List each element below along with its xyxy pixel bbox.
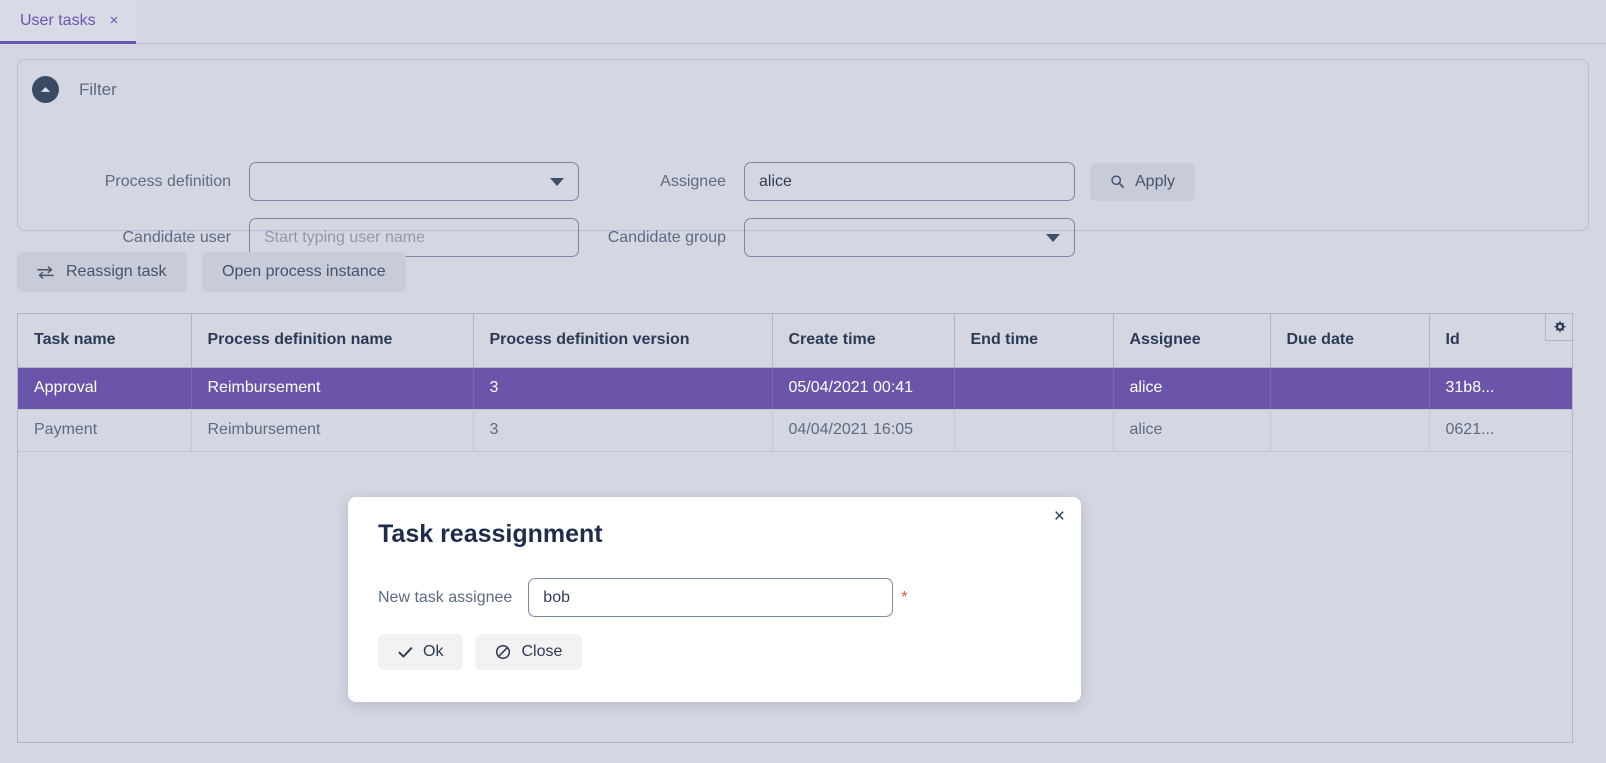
chevron-up-circle-icon[interactable] bbox=[32, 76, 59, 103]
table-cell: Reimbursement bbox=[191, 367, 474, 410]
check-icon bbox=[398, 646, 413, 657]
table-cell bbox=[1270, 409, 1430, 452]
tab-label: User tasks bbox=[20, 11, 96, 29]
table-cell: 04/04/2021 16:05 bbox=[772, 409, 955, 452]
reassign-task-label: Reassign task bbox=[66, 263, 167, 280]
table-body: Approval Reimbursement 3 05/04/2021 00:4… bbox=[18, 367, 1572, 452]
assignee-value: alice bbox=[759, 172, 792, 190]
chevron-down-icon bbox=[1046, 233, 1060, 242]
tab-user-tasks[interactable]: User tasks × bbox=[0, 0, 137, 44]
table-row[interactable]: Payment Reimbursement 3 04/04/2021 16:05… bbox=[18, 409, 1572, 452]
table-cell: Reimbursement bbox=[191, 409, 474, 452]
table-cell bbox=[954, 367, 1114, 410]
open-process-instance-label: Open process instance bbox=[222, 263, 386, 280]
tab-bar: User tasks × bbox=[0, 0, 1606, 44]
chevron-down-icon bbox=[550, 177, 564, 186]
candidate-group-select[interactable] bbox=[744, 218, 1075, 257]
close-button[interactable]: Close bbox=[475, 634, 583, 670]
filter-panel: Filter Process definition Assignee alice… bbox=[17, 59, 1589, 257]
table-cell: alice bbox=[1113, 409, 1271, 452]
table-cell bbox=[1270, 367, 1430, 410]
apply-button[interactable]: Apply bbox=[1090, 162, 1196, 201]
dialog-buttons: Ok Close bbox=[378, 634, 583, 670]
close-icon[interactable]: × bbox=[110, 13, 119, 28]
table-head: Task name Process definition name Proces… bbox=[18, 314, 1572, 368]
column-header[interactable]: Due date bbox=[1270, 314, 1430, 368]
table-cell: Approval bbox=[18, 367, 192, 410]
search-icon bbox=[1111, 175, 1124, 188]
assignee-input[interactable]: alice bbox=[744, 162, 1075, 201]
apply-button-label: Apply bbox=[1135, 172, 1176, 190]
tasks-table-element: Task name Process definition name Proces… bbox=[18, 314, 1572, 452]
table-cell: 0621... bbox=[1429, 409, 1572, 452]
column-header[interactable]: Process definition name bbox=[191, 314, 474, 368]
ok-button[interactable]: Ok bbox=[378, 634, 464, 670]
column-header[interactable]: End time bbox=[954, 314, 1114, 368]
close-button-label: Close bbox=[521, 643, 563, 660]
open-process-instance-button[interactable]: Open process instance bbox=[202, 252, 406, 292]
filter-header: Filter bbox=[32, 76, 117, 103]
filter-row-1: Process definition Assignee alice Apply bbox=[18, 162, 1196, 201]
table-row[interactable]: Approval Reimbursement 3 05/04/2021 00:4… bbox=[18, 367, 1572, 410]
table-cell bbox=[954, 409, 1114, 452]
column-header[interactable]: Process definition version bbox=[473, 314, 773, 368]
process-definition-label: Process definition bbox=[104, 172, 231, 190]
candidate-user-placeholder: Start typing user name bbox=[264, 228, 425, 246]
table-header-row: Task name Process definition name Proces… bbox=[18, 314, 1572, 368]
table-cell: 31b8... bbox=[1429, 367, 1572, 410]
candidate-group-label: Candidate group bbox=[607, 228, 726, 246]
dialog-title: Task reassignment bbox=[378, 520, 603, 548]
table-cell: 3 bbox=[473, 409, 773, 452]
new-assignee-field-row: New task assignee * bbox=[378, 578, 908, 617]
column-header[interactable]: Assignee bbox=[1113, 314, 1271, 368]
table-cell: 3 bbox=[473, 367, 773, 410]
table-cell: Payment bbox=[18, 409, 192, 452]
column-header[interactable]: Create time bbox=[772, 314, 955, 368]
close-icon[interactable]: × bbox=[1054, 507, 1065, 526]
swap-arrows-icon bbox=[37, 265, 54, 279]
process-definition-select[interactable] bbox=[249, 162, 579, 201]
gear-icon[interactable] bbox=[1545, 314, 1572, 341]
column-header[interactable]: Task name bbox=[18, 314, 192, 368]
table-cell: 05/04/2021 00:41 bbox=[772, 367, 955, 410]
reassign-task-button[interactable]: Reassign task bbox=[17, 252, 187, 292]
assignee-label: Assignee bbox=[660, 172, 726, 190]
ok-button-label: Ok bbox=[423, 643, 444, 660]
filter-title: Filter bbox=[79, 79, 117, 99]
new-assignee-input[interactable] bbox=[528, 578, 894, 617]
required-marker: * bbox=[901, 588, 908, 606]
ban-icon bbox=[496, 644, 511, 660]
candidate-user-label: Candidate user bbox=[122, 228, 231, 246]
new-assignee-label: New task assignee bbox=[378, 588, 513, 606]
table-cell: alice bbox=[1113, 367, 1271, 410]
task-reassignment-dialog: × Task reassignment New task assignee * … bbox=[348, 497, 1081, 702]
